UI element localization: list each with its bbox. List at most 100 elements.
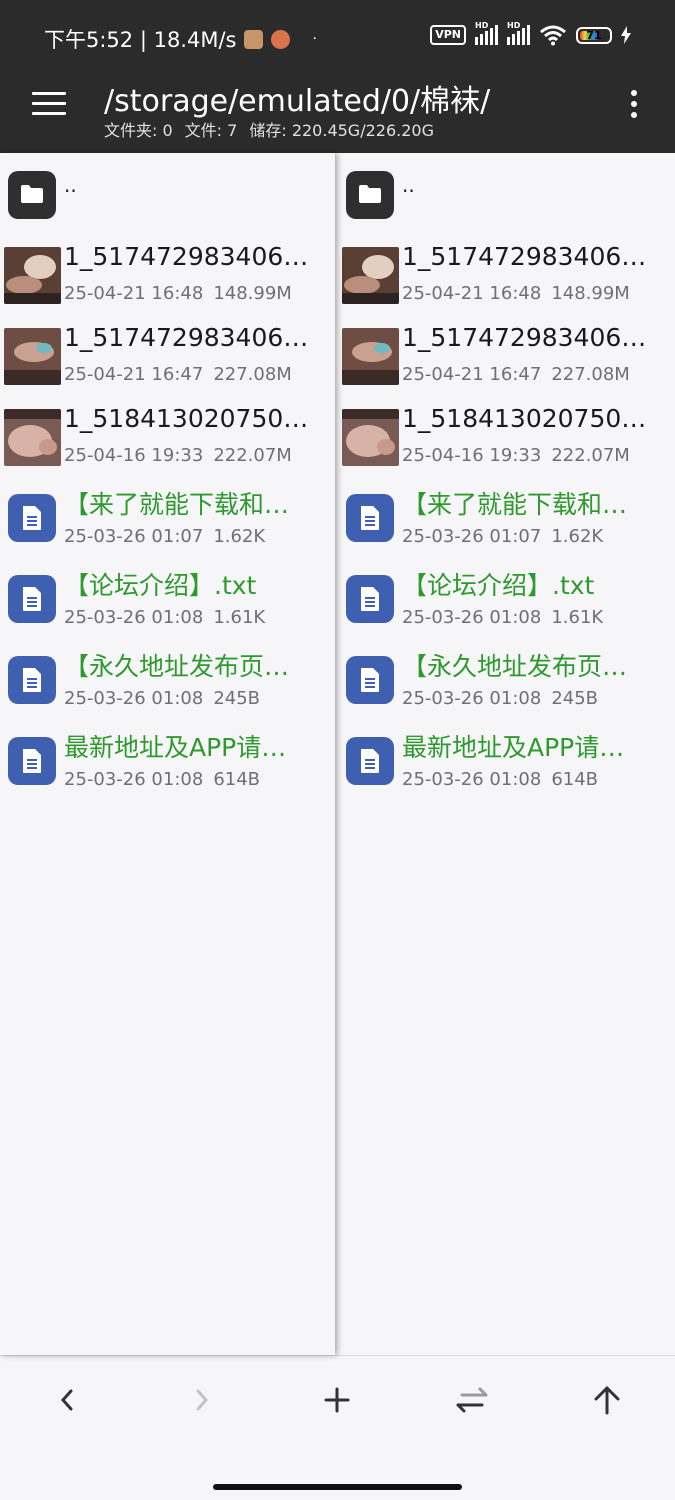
document-icon bbox=[8, 494, 56, 542]
swap-panes-icon bbox=[456, 1387, 488, 1413]
file-row[interactable]: 【论坛介绍】.txt 25-03-26 01:08 1.61K bbox=[338, 558, 675, 639]
file-size: 1.62K bbox=[551, 526, 604, 547]
file-name: 1_517472983406… bbox=[402, 323, 647, 352]
left-pane[interactable]: .. 1_517472983406… 25-04-21 16:48 148.99M 1… bbox=[0, 153, 335, 1355]
menu-icon[interactable] bbox=[32, 92, 66, 118]
file-name: 最新地址及APP请… bbox=[64, 733, 287, 762]
file-date: 25-03-26 01:08 bbox=[402, 688, 542, 709]
home-indicator[interactable] bbox=[213, 1484, 462, 1490]
file-size: 614B bbox=[551, 769, 599, 790]
status-left: 下午5:52 | 18.4M/s · bbox=[44, 24, 317, 54]
parent-directory-row[interactable]: .. bbox=[338, 171, 675, 221]
file-meta: 25-03-26 01:08 614B bbox=[402, 769, 598, 790]
file-size: 222.07M bbox=[213, 445, 292, 466]
document-icon bbox=[346, 656, 394, 704]
file-count: 文件: 7 bbox=[184, 121, 238, 140]
more-options-icon[interactable] bbox=[631, 90, 639, 120]
document-icon bbox=[346, 737, 394, 785]
file-name: 1_517472983406… bbox=[64, 323, 309, 352]
file-row[interactable]: 【永久地址发布页… 25-03-26 01:08 245B bbox=[0, 639, 335, 720]
forward-button[interactable] bbox=[172, 1382, 232, 1418]
parent-folder-button[interactable] bbox=[577, 1382, 637, 1418]
file-meta: 25-04-21 16:48 148.99M bbox=[64, 283, 292, 304]
video-thumbnail bbox=[4, 328, 61, 385]
bottom-action-bar bbox=[0, 1355, 675, 1500]
file-meta: 25-04-16 19:33 222.07M bbox=[402, 445, 630, 466]
document-icon bbox=[8, 737, 56, 785]
file-date: 25-03-26 01:08 bbox=[64, 688, 204, 709]
file-row[interactable]: 1_517472983406… 25-04-21 16:48 148.99M bbox=[338, 234, 675, 315]
file-size: 614B bbox=[213, 769, 261, 790]
video-thumbnail bbox=[4, 247, 61, 304]
file-meta: 25-03-26 01:08 245B bbox=[64, 688, 260, 709]
file-row[interactable]: 最新地址及APP请… 25-03-26 01:08 614B bbox=[0, 720, 335, 801]
folder-count: 文件夹: 0 bbox=[104, 121, 173, 140]
file-date: 25-03-26 01:08 bbox=[64, 769, 204, 790]
up-arrow-icon bbox=[594, 1386, 620, 1415]
file-date: 25-04-21 16:48 bbox=[64, 283, 204, 304]
file-row[interactable]: 【永久地址发布页… 25-03-26 01:08 245B bbox=[338, 639, 675, 720]
file-row[interactable]: 1_518413020750… 25-04-16 19:33 222.07M bbox=[0, 396, 335, 477]
file-meta: 25-04-21 16:47 227.08M bbox=[64, 364, 292, 385]
file-row[interactable]: 1_517472983406… 25-04-21 16:47 227.08M bbox=[0, 315, 335, 396]
file-row[interactable]: 1_517472983406… 25-04-21 16:48 148.99M bbox=[0, 234, 335, 315]
video-thumbnail bbox=[4, 409, 61, 466]
file-name: 1_517472983406… bbox=[64, 242, 309, 271]
file-size: 222.07M bbox=[551, 445, 630, 466]
file-name: 1_517472983406… bbox=[402, 242, 647, 271]
file-name: 【来了就能下载和… bbox=[64, 490, 290, 519]
file-size: 1.61K bbox=[551, 607, 604, 628]
file-date: 25-03-26 01:07 bbox=[402, 526, 542, 547]
file-date: 25-03-26 01:07 bbox=[64, 526, 204, 547]
file-name: 【永久地址发布页… bbox=[402, 652, 628, 681]
folder-icon bbox=[346, 171, 394, 219]
file-meta: 25-03-26 01:08 1.61K bbox=[402, 607, 603, 628]
file-date: 25-04-21 16:47 bbox=[402, 364, 542, 385]
video-thumbnail bbox=[342, 409, 399, 466]
battery-icon: 71 bbox=[576, 26, 612, 44]
add-button[interactable] bbox=[307, 1382, 367, 1418]
file-date: 25-04-21 16:48 bbox=[402, 283, 542, 304]
file-size: 148.99M bbox=[213, 283, 292, 304]
file-size: 245B bbox=[551, 688, 599, 709]
app-toolbar: /storage/emulated/0/棉袜/ 文件夹: 0 文件: 7 储存:… bbox=[0, 70, 675, 153]
file-date: 25-03-26 01:08 bbox=[402, 607, 542, 628]
file-size: 1.62K bbox=[213, 526, 266, 547]
file-meta: 25-04-16 19:33 222.07M bbox=[64, 445, 292, 466]
app-notification-icon-2 bbox=[271, 29, 291, 49]
parent-directory-row[interactable]: .. bbox=[0, 171, 335, 221]
swap-panes-button[interactable] bbox=[442, 1382, 502, 1418]
current-path: /storage/emulated/0/棉袜/ bbox=[104, 84, 491, 119]
file-row[interactable]: 最新地址及APP请… 25-03-26 01:08 614B bbox=[338, 720, 675, 801]
file-row[interactable]: 1_517472983406… 25-04-21 16:47 227.08M bbox=[338, 315, 675, 396]
file-date: 25-04-16 19:33 bbox=[64, 445, 204, 466]
video-thumbnail bbox=[342, 247, 399, 304]
file-name: 1_518413020750… bbox=[64, 404, 309, 433]
document-icon bbox=[346, 575, 394, 623]
right-pane[interactable]: .. 1_517472983406… 25-04-21 16:48 148.99M 1… bbox=[338, 153, 675, 1355]
signal-icon-2: HD bbox=[507, 21, 530, 45]
document-icon bbox=[8, 575, 56, 623]
file-name: 1_518413020750… bbox=[402, 404, 647, 433]
file-name: 【来了就能下载和… bbox=[402, 490, 628, 519]
status-bar: 下午5:52 | 18.4M/s · VPN HD HD 71 bbox=[0, 0, 675, 70]
file-date: 25-04-21 16:47 bbox=[64, 364, 204, 385]
file-name: 【论坛介绍】.txt bbox=[64, 571, 257, 600]
file-row[interactable]: 1_518413020750… 25-04-16 19:33 222.07M bbox=[338, 396, 675, 477]
file-row[interactable]: 【来了就能下载和… 25-03-26 01:07 1.62K bbox=[0, 477, 335, 558]
folder-icon bbox=[8, 171, 56, 219]
file-row[interactable]: 【论坛介绍】.txt 25-03-26 01:08 1.61K bbox=[0, 558, 335, 639]
back-button[interactable] bbox=[37, 1382, 97, 1418]
file-size: 245B bbox=[213, 688, 261, 709]
video-thumbnail bbox=[342, 328, 399, 385]
notification-dot: · bbox=[312, 31, 317, 47]
time-and-speed: 下午5:52 | 18.4M/s bbox=[44, 28, 237, 52]
back-arrow-icon bbox=[60, 1389, 73, 1411]
file-row[interactable]: 【来了就能下载和… 25-03-26 01:07 1.62K bbox=[338, 477, 675, 558]
file-name: 【永久地址发布页… bbox=[64, 652, 290, 681]
forward-arrow-icon bbox=[196, 1389, 209, 1411]
file-size: 227.08M bbox=[551, 364, 630, 385]
app-notification-icon bbox=[244, 29, 264, 49]
file-name: 最新地址及APP请… bbox=[402, 733, 625, 762]
file-date: 25-03-26 01:08 bbox=[402, 769, 542, 790]
